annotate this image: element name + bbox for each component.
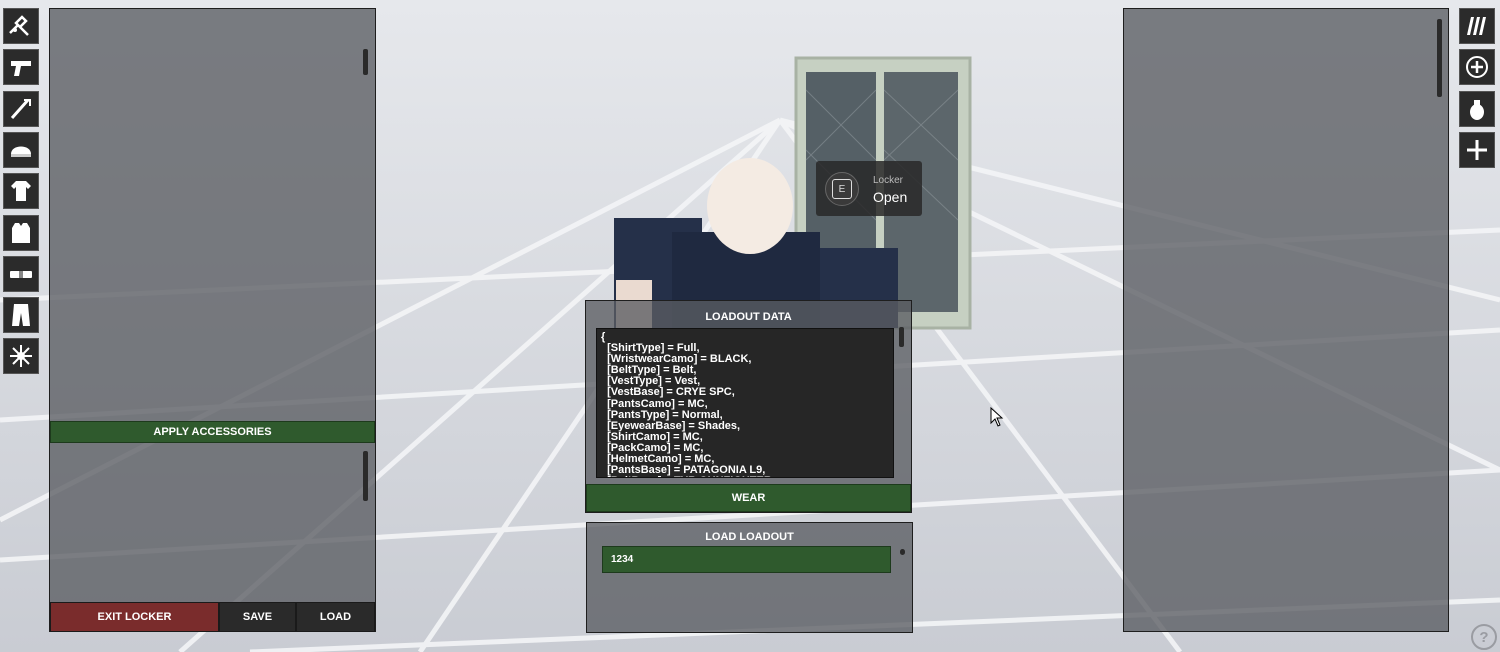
loadout-entry[interactable]: 1234	[602, 546, 891, 573]
shirt-icon	[11, 181, 31, 202]
add-circle-button[interactable]	[1459, 49, 1495, 86]
key-hint-label: E	[832, 179, 852, 199]
loadout-data-title: LOADOUT DATA	[705, 311, 792, 323]
accessory-list-scrollbar[interactable]	[363, 49, 368, 75]
prompt-action: Open	[873, 189, 908, 205]
loadout-data-line: [VestBase] = CRYE SPC,	[601, 386, 735, 399]
pants-icon	[12, 304, 30, 327]
mouse-cursor	[990, 406, 1004, 432]
helmet-button[interactable]	[3, 131, 39, 168]
plus-button[interactable]	[1459, 131, 1495, 168]
rifle-button[interactable]	[3, 8, 39, 44]
accessory-list[interactable]	[50, 9, 375, 420]
loadout-data-line: [PantsCamo] = MC,	[601, 397, 708, 410]
load-loadout-scrollbar[interactable]	[900, 549, 905, 555]
wear-button[interactable]: WEAR	[586, 484, 911, 512]
melee-button[interactable]	[3, 90, 39, 127]
key-hint-icon: E	[825, 172, 859, 206]
help-button[interactable]: ?	[1471, 624, 1497, 650]
settings-star-icon	[10, 345, 32, 368]
loadout-data-scrollbar[interactable]	[899, 327, 904, 347]
settings-star-button[interactable]	[3, 338, 39, 375]
prompt-title: Locker	[873, 175, 904, 186]
load-loadout-title: LOAD LOADOUT	[705, 531, 794, 543]
interaction-prompt: E Locker Open	[816, 161, 922, 216]
plus-icon	[1467, 139, 1487, 160]
belt-icon	[10, 270, 32, 278]
load-button[interactable]: LOAD	[296, 602, 375, 632]
loadout-data-textbox[interactable]: { [ShirtType] = Full, [WristwearCamo] = …	[596, 328, 894, 478]
magazines-button[interactable]	[1459, 8, 1495, 44]
grenade-button[interactable]	[1459, 90, 1495, 127]
exit-locker-button[interactable]: EXIT LOCKER	[50, 602, 219, 632]
right-panel	[1123, 8, 1449, 632]
vest-icon	[12, 222, 30, 243]
grenade-icon	[1470, 99, 1484, 120]
secondary-list-scrollbar[interactable]	[363, 451, 368, 501]
helmet-icon	[11, 146, 31, 157]
rifle-icon	[9, 15, 29, 36]
shirt-button[interactable]	[3, 173, 39, 210]
apply-accessories-button[interactable]: APPLY ACCESSORIES	[50, 421, 375, 443]
pistol-icon	[11, 61, 31, 77]
load-loadout-panel: LOAD LOADOUT 1234	[586, 522, 913, 633]
loadout-data-line: [BeltBase] = TYR GUNFIGHTER	[601, 476, 889, 477]
help-label: ?	[1479, 628, 1489, 646]
belt-button[interactable]	[3, 255, 39, 292]
right-panel-scrollbar[interactable]	[1437, 19, 1442, 97]
melee-icon	[10, 98, 31, 119]
left-panel: APPLY ACCESSORIES EXIT LOCKER SAVE LOAD	[49, 8, 376, 632]
add-circle-icon	[1466, 56, 1488, 79]
save-button[interactable]: SAVE	[219, 602, 296, 632]
magazines-icon	[1467, 17, 1486, 35]
vest-button[interactable]	[3, 214, 39, 251]
pistol-button[interactable]	[3, 49, 39, 86]
pants-button[interactable]	[3, 297, 39, 334]
